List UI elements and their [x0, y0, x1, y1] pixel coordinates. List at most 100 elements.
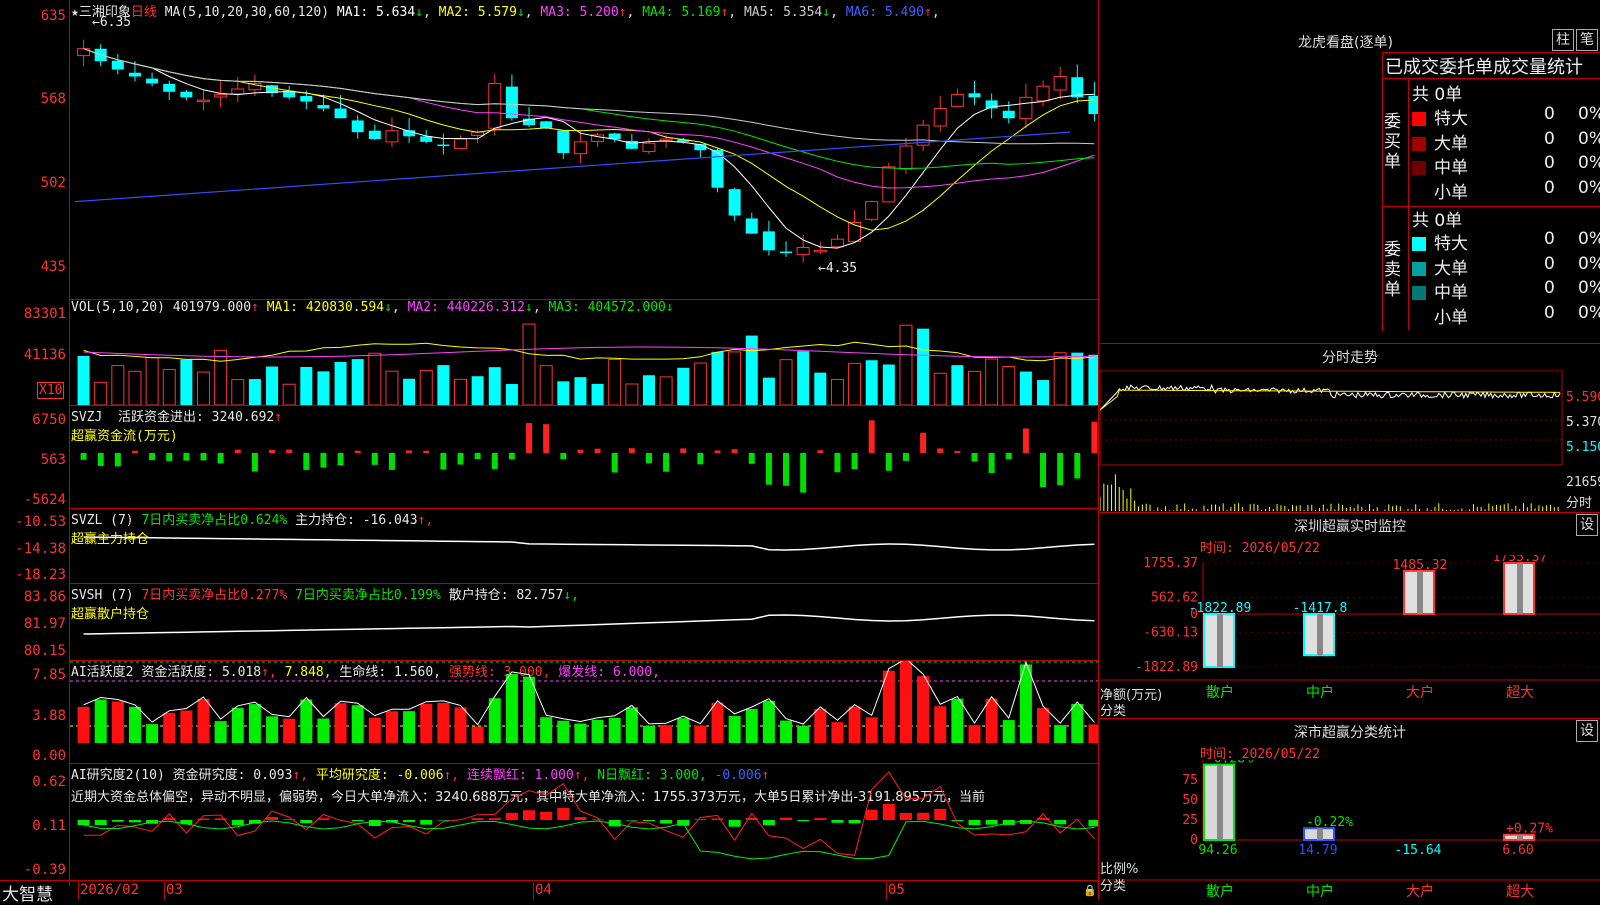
- date-divider: [78, 882, 79, 900]
- volume-bar: [317, 371, 329, 405]
- volume-bar: [300, 367, 312, 405]
- flow-bar: [475, 453, 481, 459]
- candle: [489, 83, 501, 128]
- category-label: 中户: [1306, 883, 1334, 900]
- bar-value-label: -15.64: [1395, 843, 1442, 858]
- szmon-time: 时间: 2026/05/22: [1200, 537, 1320, 556]
- lhb-row-pct: 0%: [1578, 229, 1600, 249]
- research-bar: [797, 820, 809, 821]
- volume-chart[interactable]: [70, 300, 1098, 405]
- activity-bar: [266, 716, 278, 743]
- change-label: -0.28%: [1206, 760, 1253, 767]
- lhb-row-value: 0: [1544, 254, 1555, 274]
- net-bar-shade: [1517, 563, 1523, 614]
- volume-bar: [1037, 380, 1049, 405]
- candle: [883, 167, 895, 202]
- axis-tick-label: 75: [1182, 773, 1198, 788]
- flow-bar: [749, 453, 755, 464]
- column-view-button[interactable]: 柱: [1552, 29, 1574, 51]
- research-bar: [266, 817, 278, 820]
- activity-bar: [472, 727, 484, 743]
- flow-bar: [903, 453, 909, 461]
- buy-total: 共 0单: [1412, 80, 1462, 105]
- szcls-title: 深市超赢分类统计: [1100, 722, 1600, 742]
- flow-bar: [1023, 428, 1029, 453]
- volume-bar: [917, 329, 929, 405]
- volume-bar: [232, 380, 244, 405]
- volume-bar: [951, 365, 963, 405]
- lhb-sep: [1408, 78, 1409, 206]
- ai2-chart[interactable]: [70, 661, 1098, 763]
- szmon-settings-button[interactable]: 设: [1576, 514, 1598, 536]
- activity-bar: [352, 705, 364, 743]
- research-bar: [437, 820, 449, 821]
- activity-bar: [215, 721, 227, 743]
- svsh-chart[interactable]: [70, 584, 1098, 660]
- axis-tick-label: -630.13: [1143, 625, 1198, 640]
- activity-bar: [129, 707, 141, 743]
- lhb-row-value: 0: [1544, 278, 1555, 298]
- fenshi-top-sep: [1100, 343, 1600, 344]
- volume-bar: [369, 353, 381, 405]
- lock-icon[interactable]: 🔒: [1083, 884, 1097, 897]
- research-bar: [900, 813, 912, 820]
- flow-bar: [834, 453, 840, 472]
- bar-value-label: 14.79: [1298, 843, 1337, 858]
- research-bar: [506, 813, 518, 820]
- activity-bar: [403, 711, 415, 743]
- candle: [1020, 97, 1032, 118]
- szcls-chart[interactable]: 7550250-0.28%94.26散户-0.22%14.79中户-15.64大…: [1100, 760, 1600, 900]
- lhb-row-pct: 0%: [1578, 129, 1600, 149]
- ai3-chart[interactable]: [70, 764, 1098, 880]
- lhb-row-name: 中单: [1412, 153, 1468, 178]
- candle: [729, 189, 741, 215]
- research-bar: [986, 820, 998, 825]
- fenshi-axis-label: 5.150: [1566, 440, 1600, 455]
- activity-bar: [198, 699, 210, 743]
- flow-bar: [852, 453, 858, 469]
- volume-bar: [1020, 372, 1032, 405]
- svzj-chart[interactable]: [70, 406, 1098, 508]
- flow-bar: [338, 453, 344, 465]
- flow-bar: [423, 451, 429, 453]
- candle: [814, 250, 826, 252]
- lhb-row-pct: 0%: [1578, 153, 1600, 173]
- flow-bar: [286, 450, 292, 453]
- sep-bottom: [0, 880, 1098, 881]
- volume-bar: [814, 373, 826, 405]
- szcls-settings-button[interactable]: 设: [1576, 720, 1598, 742]
- lhb-row-pct: 0%: [1578, 303, 1600, 323]
- category-label: 大户: [1406, 883, 1434, 900]
- tick-view-button[interactable]: 笔: [1576, 29, 1598, 51]
- volume-bar: [506, 384, 518, 405]
- volume-bar: [95, 382, 107, 405]
- svzl-chart[interactable]: [70, 509, 1098, 583]
- volume-bar: [112, 366, 124, 405]
- flow-bar: [458, 453, 464, 465]
- research-bar: [129, 820, 141, 822]
- axis-tick-label: 25: [1182, 813, 1198, 828]
- flow-bar: [526, 423, 532, 453]
- candle: [386, 131, 398, 142]
- candle: [112, 61, 124, 70]
- axis-tick-label: 50: [1182, 793, 1198, 808]
- szmon-xlabel: 分类: [1100, 700, 1126, 719]
- research-bar: [643, 820, 655, 821]
- research-bar: [489, 818, 501, 820]
- flow-bar: [149, 453, 155, 460]
- flow-bar: [235, 450, 241, 453]
- volume-bar: [146, 358, 158, 405]
- volume-bar: [574, 377, 586, 405]
- lhb-row-name: 大单: [1412, 129, 1468, 154]
- main-divider: [1098, 0, 1099, 900]
- candlestick-chart[interactable]: [70, 0, 1098, 299]
- volume-bar: [540, 366, 552, 405]
- szmon-chart[interactable]: 1755.37562.620-630.13-1822.89-1822.89散户-…: [1100, 555, 1600, 715]
- research-bar: [729, 820, 741, 827]
- fenshi-chart[interactable]: [1100, 370, 1600, 511]
- activity-bar: [489, 698, 501, 743]
- lhb-header: 已成交委托单成交量统计: [1385, 53, 1583, 79]
- candle: [369, 131, 381, 139]
- flow-bar: [612, 453, 618, 473]
- candle: [215, 95, 227, 97]
